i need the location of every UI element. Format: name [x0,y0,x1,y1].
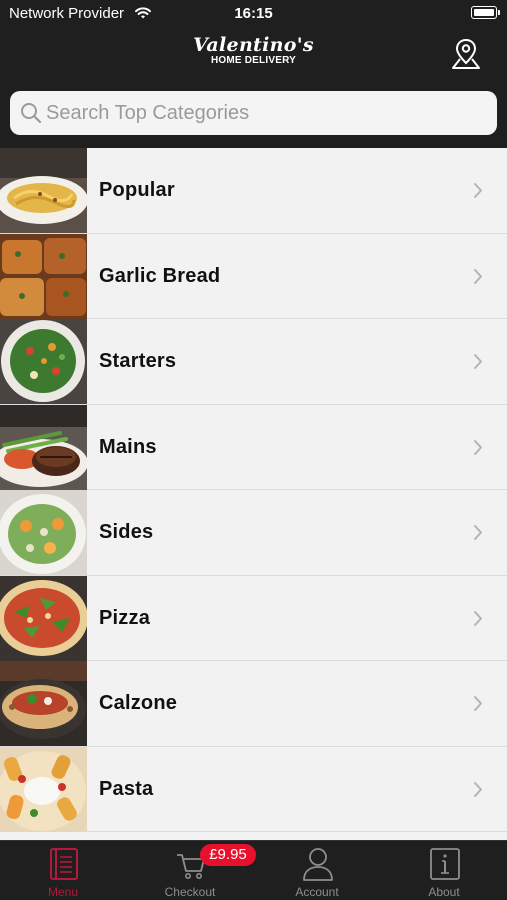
category-row-sides[interactable]: Sides [0,490,507,576]
app-header: Valentino's HOME DELIVERY [0,28,507,86]
category-image-garlic-bread [0,233,87,319]
category-image-mains [0,404,87,490]
category-row-calzone[interactable]: Calzone [0,661,507,747]
status-time: 16:15 [234,5,273,22]
category-label: Pizza [99,606,151,629]
cart-total-badge[interactable]: £9.95 [200,844,256,866]
category-image-popular [0,148,87,233]
category-label: Garlic Bread [99,264,221,287]
chevron-right-icon [474,268,482,284]
category-list: Popular Garlic Bread Starters Mains Side… [0,148,507,840]
category-label: Popular [99,179,175,201]
logo-script: Valentino's [193,34,314,56]
chevron-right-icon [474,439,482,455]
category-label: Sides [99,521,154,543]
tab-label: Checkout [164,885,216,899]
chevron-right-icon [474,354,482,369]
category-image-sides [0,490,87,575]
menu-book-icon [50,848,78,880]
status-bar: Network Provider 16:15 [0,0,507,28]
category-row-mains[interactable]: Mains [0,404,507,490]
tab-label: About [428,885,460,899]
category-label: Pasta [99,777,154,800]
store-location-button[interactable] [449,37,483,71]
logo-subtitle: HOME DELIVERY [210,55,297,66]
chevron-right-icon [474,183,482,198]
category-image-starters [0,319,87,404]
tab-account[interactable]: Account [254,841,380,900]
category-row-pasta[interactable]: Pasta [0,746,507,832]
category-label: Calzone [99,692,178,714]
category-row-pizza[interactable]: Pizza [0,575,507,661]
chevron-right-icon [474,525,482,540]
category-image-pasta [0,746,87,832]
chevron-right-icon [474,610,482,626]
category-label: Mains [99,435,157,458]
chevron-right-icon [474,696,482,711]
category-row-popular[interactable]: Popular [0,148,507,234]
chevron-right-icon [474,781,482,797]
category-row-garlic-bread[interactable]: Garlic Bread [0,233,507,319]
category-label: Starters [99,350,177,372]
category-row-starters[interactable]: Starters [0,319,507,405]
app-screen: Network Provider 16:15 Valentino's HOME … [0,0,507,900]
user-icon [303,848,333,881]
tab-label: Menu [47,885,79,899]
brand-logo: Valentino's HOME DELIVERY [0,36,507,67]
tab-label: Account [295,885,339,899]
category-image-calzone [0,661,87,746]
info-icon [430,848,460,880]
map-pin-icon [452,38,480,69]
category-image-pizza [0,575,87,661]
tab-menu[interactable]: Menu [0,841,126,900]
battery-icon [471,6,500,19]
search-bar[interactable] [10,91,497,135]
tab-about[interactable]: About [381,841,507,900]
search-input[interactable] [46,91,486,135]
search-icon [21,103,42,124]
